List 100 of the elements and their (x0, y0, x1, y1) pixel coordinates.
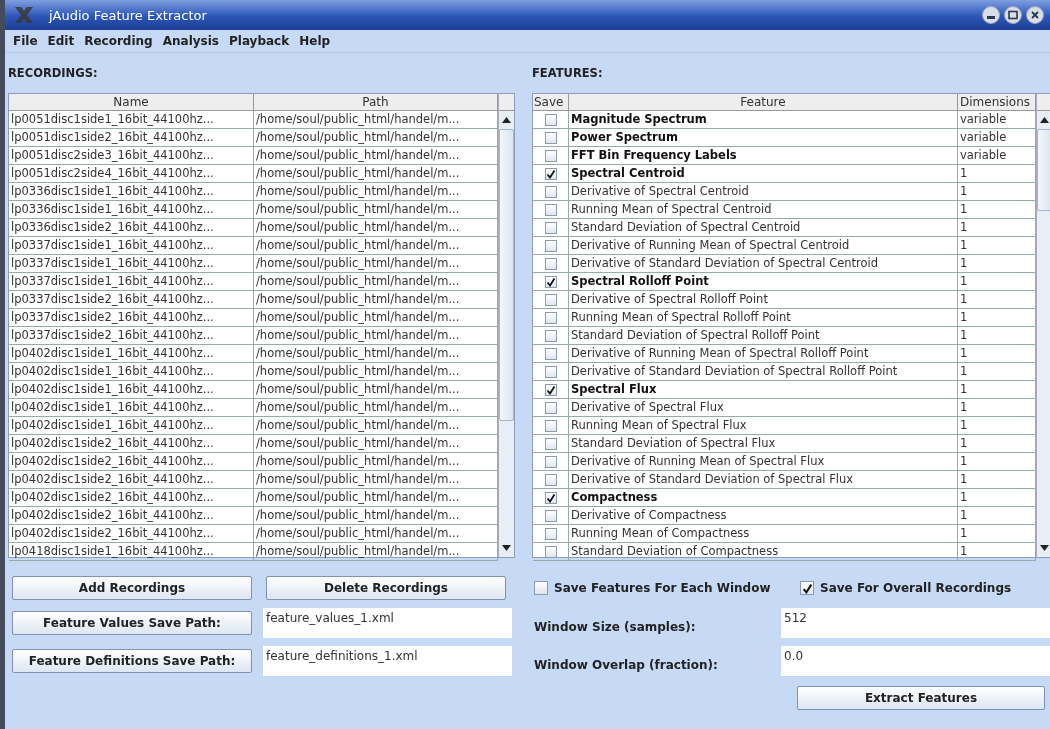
checkbox[interactable] (544, 365, 557, 378)
checkbox[interactable] (544, 131, 557, 144)
checkbox[interactable] (544, 473, 557, 486)
menu-item[interactable]: Playback (223, 34, 295, 48)
checkbox[interactable] (544, 221, 557, 234)
checkbox[interactable] (544, 347, 557, 360)
checkbox[interactable] (544, 401, 557, 414)
table-cell: Derivative of Running Mean of Spectral Centroid (569, 237, 958, 255)
maximize-icon[interactable] (1004, 6, 1022, 24)
scroll-down-icon[interactable] (1040, 545, 1049, 551)
column-header[interactable]: Feature (569, 94, 958, 111)
checkbox[interactable] (544, 509, 557, 522)
checkbox[interactable] (544, 257, 557, 270)
table-cell: /home/soul/public_html/handel/m... (254, 507, 498, 525)
table-cell: Magnitude Spectrum (569, 111, 958, 129)
scroll-thumb[interactable] (1037, 129, 1050, 212)
checkbox[interactable] (544, 167, 557, 180)
checkbox[interactable] (544, 419, 557, 432)
table-cell: /home/soul/public_html/handel/m... (254, 417, 498, 435)
table-cell: Derivative of Spectral Rolloff Point (569, 291, 958, 309)
window-title: jAudio Feature Extractor (49, 7, 207, 23)
table-cell: /home/soul/public_html/handel/m... (254, 381, 498, 399)
table-cell: Derivative of Spectral Flux (569, 399, 958, 417)
checkbox[interactable] (544, 185, 557, 198)
column-header[interactable]: Save (533, 94, 569, 111)
checkbox[interactable] (544, 329, 557, 342)
checkbox[interactable] (544, 545, 557, 558)
table-cell: Running Mean of Spectral Centroid (569, 201, 958, 219)
table-cell: lp0336disc1side1_16bit_44100hz... (9, 201, 254, 219)
table-cell: Derivative of Running Mean of Spectral Rolloff Point (569, 345, 958, 363)
menu-item[interactable]: File (8, 34, 43, 48)
table-cell: lp0337disc1side1_16bit_44100hz... (9, 255, 254, 273)
table-cell: lp0402disc1side1_16bit_44100hz... (9, 363, 254, 381)
table-cell: lp0402disc1side1_16bit_44100hz... (9, 417, 254, 435)
input-field[interactable]: 512 (781, 608, 1050, 638)
table-cell: /home/soul/public_html/handel/m... (254, 489, 498, 507)
menu-item[interactable]: Edit (42, 34, 80, 48)
table-cell: /home/soul/public_html/handel/m... (254, 345, 498, 363)
table-cell: Standard Deviation of Spectral Flux (569, 435, 958, 453)
checkbox[interactable] (544, 113, 557, 126)
checkbox[interactable] (544, 491, 557, 504)
table-cell: /home/soul/public_html/handel/m... (254, 111, 498, 129)
table-cell: lp0336disc1side1_16bit_44100hz... (9, 183, 254, 201)
table-cell: lp0337disc1side1_16bit_44100hz... (9, 237, 254, 255)
table-cell: lp0337disc1side2_16bit_44100hz... (9, 327, 254, 345)
table-cell: lp0051disc1side1_16bit_44100hz... (9, 111, 254, 129)
scrollbar[interactable] (499, 111, 514, 557)
checkbox[interactable] (544, 455, 557, 468)
checkbox-label[interactable]: Save Features For Each Window (554, 581, 771, 595)
table-cell: Spectral Rolloff Point (569, 273, 958, 291)
table-cell: Standard Deviation of Spectral Centroid (569, 219, 958, 237)
save-path-button[interactable]: Feature Values Save Path: (12, 611, 252, 635)
checkbox[interactable] (800, 581, 814, 595)
add-recordings-button[interactable]: Add Recordings (12, 576, 252, 600)
checkbox[interactable] (544, 311, 557, 324)
menu-item[interactable]: Help (294, 34, 336, 48)
checkbox[interactable] (544, 275, 557, 288)
table-cell: lp0402disc1side1_16bit_44100hz... (9, 345, 254, 363)
checkbox-label[interactable]: Save For Overall Recordings (820, 581, 1012, 595)
table-cell: Power Spectrum (569, 129, 958, 147)
minimize-icon[interactable] (982, 6, 1000, 24)
checkbox[interactable] (544, 293, 557, 306)
scroll-up-icon[interactable] (1040, 117, 1049, 123)
scroll-down-icon[interactable] (502, 545, 511, 551)
checkbox[interactable] (544, 383, 557, 396)
input-field[interactable]: 0.0 (781, 646, 1050, 676)
section-label: FEATURES: (532, 65, 604, 82)
checkbox[interactable] (534, 581, 548, 595)
table-cell: Spectral Flux (569, 381, 958, 399)
checkbox[interactable] (544, 149, 557, 162)
table-cell: Derivative of Standard Deviation of Spectral Flux (569, 471, 958, 489)
table-cell: Spectral Centroid (569, 165, 958, 183)
column-header[interactable]: Path (254, 94, 498, 111)
save-path-button[interactable]: Feature Definitions Save Path: (12, 649, 252, 673)
table-cell: lp0336disc1side2_16bit_44100hz... (9, 219, 254, 237)
scroll-thumb[interactable] (499, 129, 514, 421)
column-header[interactable]: Dimensions (958, 94, 1036, 111)
table-cell: lp0402disc1side1_16bit_44100hz... (9, 381, 254, 399)
table-cell: /home/soul/public_html/handel/m... (254, 147, 498, 165)
input-field[interactable]: feature_definitions_1.xml (263, 646, 512, 676)
table-cell: Running Mean of Compactness (569, 525, 958, 543)
extract-features-button[interactable]: Extract Features (797, 686, 1045, 710)
checkbox[interactable] (544, 203, 557, 216)
table-cell: lp0402disc1side1_16bit_44100hz... (9, 399, 254, 417)
checkbox[interactable] (544, 437, 557, 450)
checkbox[interactable] (544, 239, 557, 252)
input-field[interactable]: feature_values_1.xml (263, 608, 512, 638)
column-header[interactable]: Name (9, 94, 254, 111)
close-icon[interactable] (1026, 6, 1044, 24)
menu-item[interactable]: Analysis (157, 34, 224, 48)
table-cell: /home/soul/public_html/handel/m... (254, 129, 498, 147)
table-cell: lp0402disc1side2_16bit_44100hz... (9, 471, 254, 489)
scroll-up-icon[interactable] (502, 117, 511, 123)
table-cell: /home/soul/public_html/handel/m... (254, 273, 498, 291)
checkbox[interactable] (544, 527, 557, 540)
table-cell: /home/soul/public_html/handel/m... (254, 201, 498, 219)
delete-recordings-button[interactable]: Delete Recordings (266, 576, 506, 600)
scrollbar[interactable] (1037, 111, 1050, 557)
menu-item[interactable]: Recording (79, 34, 158, 48)
table-cell: /home/soul/public_html/handel/m... (254, 165, 498, 183)
